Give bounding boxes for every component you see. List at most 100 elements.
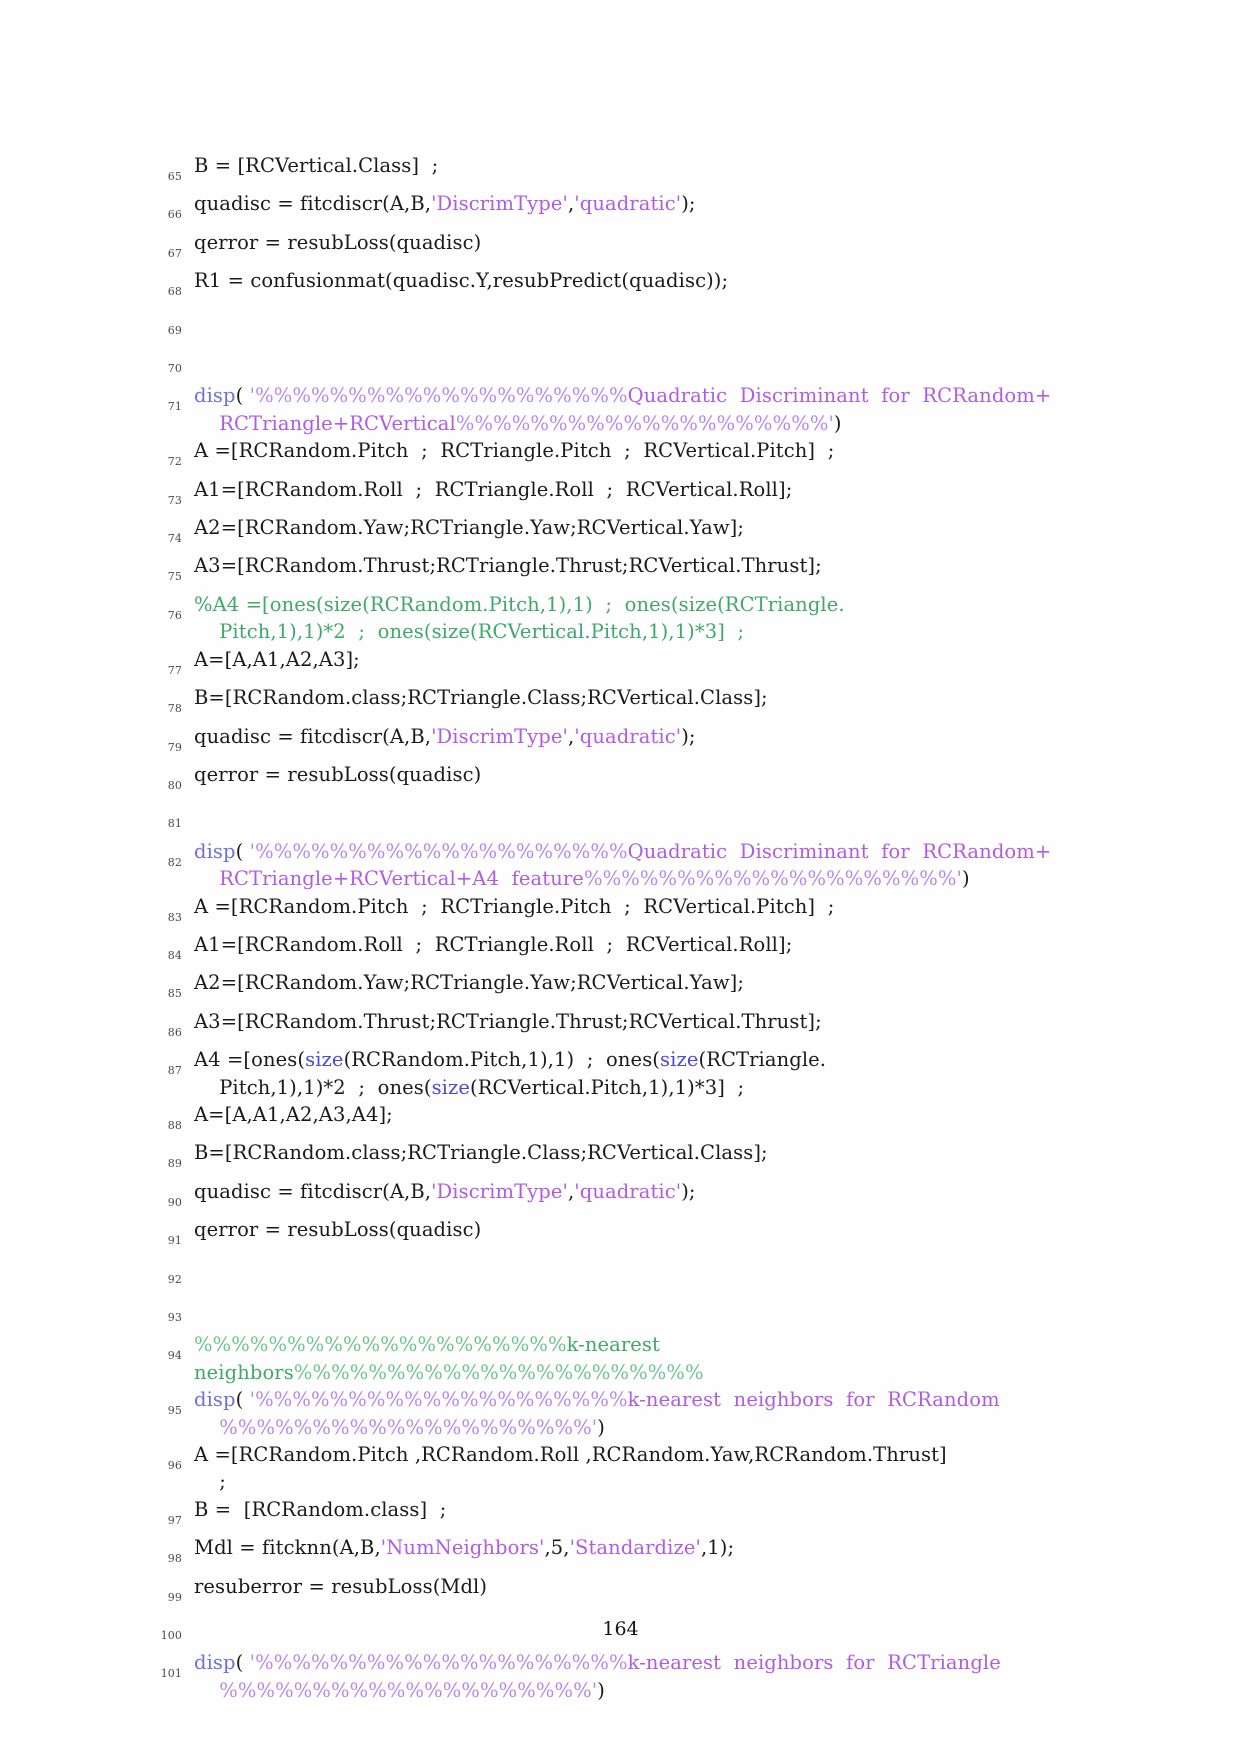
line-number: 97 <box>167 1513 182 1527</box>
code-line: 71 disp( '%%%%%%%%%%%%%%%%%%%%Quadratic D… <box>152 382 1072 437</box>
line-number: 73 <box>167 493 182 507</box>
code-text: qerror = resubLoss(quadisc) <box>194 229 1072 256</box>
code-token-plain: ) <box>833 411 842 435</box>
code-text: %A4 =[ones(size(RCRandom.Pitch,1),1) ; o… <box>194 591 1072 646</box>
line-number: 99 <box>167 1590 182 1604</box>
line-number: 69 <box>167 323 182 337</box>
code-line: 72 A =[RCRandom.Pitch ; RCTriangle.Pitch … <box>152 437 1072 475</box>
code-token-keyword: size <box>305 1048 344 1072</box>
continuation-indent <box>194 620 219 643</box>
code-token-string: 'Standardize' <box>569 1536 701 1560</box>
code-line: 99 resuberror = resubLoss(Mdl) <box>152 1573 1072 1611</box>
code-text: resuberror = resubLoss(Mdl) <box>194 1573 1072 1600</box>
code-line: 93 <box>152 1293 1072 1331</box>
code-text: quadisc = fitcdiscr(A,B,'DiscrimType','q… <box>194 1178 1072 1205</box>
code-token-plain: qerror = resubLoss(quadisc) <box>194 1218 482 1242</box>
code-token-percent-string: '%%%%%%%%%%%%%%%%%%%% <box>249 1388 628 1412</box>
code-token-percent-string: %%%%%%%%%%%%%%%%%%%%' <box>219 1415 598 1439</box>
line-number: 84 <box>167 948 182 962</box>
code-text: A =[RCRandom.Pitch ; RCTriangle.Pitch ; … <box>194 437 1072 464</box>
code-token-plain: A =[RCRandom.Pitch ,RCRandom.Roll ,RCRan… <box>194 1443 947 1467</box>
line-number: 80 <box>167 778 182 792</box>
code-text: B=[RCRandom.class;RCTriangle.Class;RCVer… <box>194 1139 1072 1166</box>
code-token-comment-percent: %%%%%%%%%%%%%%%%%%%% <box>194 1333 567 1357</box>
code-token-plain: A =[RCRandom.Pitch ; RCTriangle.Pitch ; … <box>194 894 835 918</box>
code-line: 89 B=[RCRandom.class;RCTriangle.Class;RCV… <box>152 1139 1072 1177</box>
code-line: 94 %%%%%%%%%%%%%%%%%%%%k-nearest neighbor… <box>152 1331 1072 1386</box>
line-number: 67 <box>167 246 182 260</box>
code-line: 70 <box>152 344 1072 382</box>
line-number: 87 <box>167 1064 182 1078</box>
line-number: 81 <box>167 817 182 831</box>
line-number: 77 <box>167 663 182 677</box>
code-token-plain: B=[RCRandom.class;RCTriangle.Class;RCVer… <box>194 1141 768 1165</box>
code-text: A2=[RCRandom.Yaw;RCTriangle.Yaw;RCVertic… <box>194 514 1072 541</box>
code-line: 96 A =[RCRandom.Pitch ,RCRandom.Roll ,RCR… <box>152 1441 1072 1496</box>
code-text: qerror = resubLoss(quadisc) <box>194 1216 1072 1243</box>
code-line: 73 A1=[RCRandom.Roll ; RCTriangle.Roll ; … <box>152 476 1072 514</box>
line-number: 91 <box>167 1234 182 1248</box>
code-token-percent-string: '%%%%%%%%%%%%%%%%%%%% <box>249 1651 628 1675</box>
code-token-plain: A3=[RCRandom.Thrust;RCTriangle.Thrust;RC… <box>194 1009 822 1033</box>
code-text: A3=[RCRandom.Thrust;RCTriangle.Thrust;RC… <box>194 552 1072 579</box>
code-token-plain: qerror = resubLoss(quadisc) <box>194 762 482 786</box>
code-text: R1 = confusionmat(quadisc.Y,resubPredict… <box>194 267 1072 294</box>
code-token-plain: A2=[RCRandom.Yaw;RCTriangle.Yaw;RCVertic… <box>194 971 745 995</box>
code-token-comment-percent: %%%%%%%%%%%%%%%%%%%%%% <box>293 1360 704 1384</box>
code-line: 83 A =[RCRandom.Pitch ; RCTriangle.Pitch … <box>152 893 1072 931</box>
line-number: 66 <box>167 208 182 222</box>
code-token-plain: B = [RCVertical.Class] ; <box>194 154 439 177</box>
code-text: A =[RCRandom.Pitch ,RCRandom.Roll ,RCRan… <box>194 1441 1072 1496</box>
code-line: 66 quadisc = fitcdiscr(A,B,'DiscrimType',… <box>152 190 1072 228</box>
code-token-string: Quadratic Discriminant for RCRandom+ <box>627 384 1052 408</box>
code-line: 75 A3=[RCRandom.Thrust;RCTriangle.Thrust;… <box>152 552 1072 590</box>
line-number: 85 <box>167 987 182 1001</box>
code-token-plain: ( <box>235 1388 250 1412</box>
code-token-percent-string: %%%%%%%%%%%%%%%%%%%%' <box>583 867 962 891</box>
code-token-plain: ,1); <box>700 1536 735 1560</box>
code-text: quadisc = fitcdiscr(A,B,'DiscrimType','q… <box>194 723 1072 750</box>
code-token-plain: ( <box>235 839 250 863</box>
code-token-string: 'DiscrimType' <box>431 1179 568 1203</box>
code-token-string: 'quadratic' <box>574 724 682 748</box>
code-token-string: 'NumNeighbors' <box>380 1536 545 1560</box>
code-text: A1=[RCRandom.Roll ; RCTriangle.Roll ; RC… <box>194 476 1072 503</box>
code-token-string: RCTriangle+RCVertical <box>219 411 456 435</box>
code-line: 82 disp( '%%%%%%%%%%%%%%%%%%%%Quadratic D… <box>152 838 1072 893</box>
code-token-plain: Pitch,1),1)*2 ; ones( <box>219 1075 432 1099</box>
code-text: quadisc = fitcdiscr(A,B,'DiscrimType','q… <box>194 190 1072 217</box>
code-token-plain: R1 = confusionmat(quadisc.Y,resubPredict… <box>194 269 729 293</box>
code-line: 65 B = [RCVertical.Class] ; <box>152 152 1072 190</box>
code-token-percent-string: '%%%%%%%%%%%%%%%%%%%% <box>249 384 628 408</box>
line-number: 96 <box>167 1459 182 1473</box>
code-text: B = [RCVertical.Class] ; <box>194 152 1072 179</box>
line-number: 101 <box>160 1667 182 1681</box>
code-token-string: 'quadratic' <box>574 1179 682 1203</box>
code-token-plain: (RCRandom.Pitch,1),1) ; ones( <box>343 1048 661 1072</box>
code-token-plain: A3=[RCRandom.Thrust;RCTriangle.Thrust;RC… <box>194 554 822 578</box>
code-text: disp( '%%%%%%%%%%%%%%%%%%%%Quadratic Dis… <box>194 382 1072 437</box>
line-number: 70 <box>167 362 182 376</box>
code-line: 79 quadisc = fitcdiscr(A,B,'DiscrimType',… <box>152 723 1072 761</box>
code-token-string: k-nearest neighbors for RCTriangle <box>627 1651 1001 1675</box>
code-text: A=[A,A1,A2,A3,A4]; <box>194 1101 1072 1128</box>
code-line: 68 R1 = confusionmat(quadisc.Y,resubPredi… <box>152 267 1072 305</box>
code-line: 91 qerror = resubLoss(quadisc) <box>152 1216 1072 1254</box>
line-number: 95 <box>167 1404 182 1418</box>
code-token-plain: ( <box>235 1651 250 1675</box>
code-token-percent-string: %%%%%%%%%%%%%%%%%%%%' <box>219 1678 598 1702</box>
code-token-string: RCTriangle+RCVertical+A4 feature <box>219 867 584 891</box>
line-number: 76 <box>167 608 182 622</box>
code-token-plain: (RCVertical.Pitch,1),1)*3] ; <box>470 1075 745 1099</box>
code-listing: 65 B = [RCVertical.Class] ; 66 quadisc = fi… <box>152 152 1072 1704</box>
code-token-plain: Mdl = fitcknn(A,B, <box>194 1536 381 1560</box>
code-token-plain: A1=[RCRandom.Roll ; RCTriangle.Roll ; RC… <box>194 932 793 956</box>
code-text: B=[RCRandom.class;RCTriangle.Class;RCVer… <box>194 684 1072 711</box>
code-text: A3=[RCRandom.Thrust;RCTriangle.Thrust;RC… <box>194 1008 1072 1035</box>
code-line: 77 A=[A,A1,A2,A3]; <box>152 646 1072 684</box>
code-token-plain: ); <box>681 192 696 216</box>
code-text: disp( '%%%%%%%%%%%%%%%%%%%%k-nearest nei… <box>194 1386 1072 1441</box>
